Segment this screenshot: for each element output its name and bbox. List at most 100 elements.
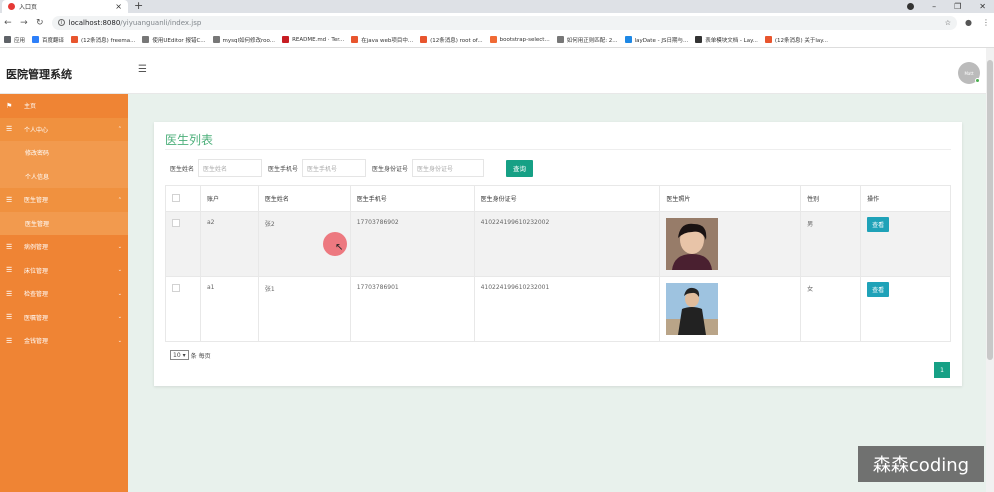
page-size-control: 10 ▾ 条 每页 — [170, 350, 211, 360]
cell-name: 张1 — [257, 276, 351, 342]
tab-title: 入口页 — [19, 4, 38, 11]
menu-toggle-icon[interactable]: ☰ — [138, 64, 147, 75]
doctor-phone-input[interactable]: 医生手机号 — [302, 159, 367, 177]
sidebar-item[interactable]: ☰ 医生管理 ⌃ — [0, 188, 128, 212]
app-root: 医院管理系统 ☰ Matt ⚑ 主页 ☰ 个人中心 ⌃ 修改密码 个人信息 ☰ 医生管理 ⌃ 医生管… — [0, 48, 994, 492]
bookmark-item[interactable]: (12条消息) freema... — [71, 36, 135, 44]
url-path: /yiyuanguanli/index.jsp — [120, 18, 202, 27]
close-tab-icon[interactable]: × — [115, 2, 122, 11]
doctor-table: 账户 医生姓名 医生手机号 医生身份证号 医生照片 性别 操作 a2 张2 1770378690… — [165, 185, 951, 342]
sidebar-item-label: 检查管理 — [24, 291, 49, 299]
reload-icon[interactable]: ↻ — [36, 18, 44, 28]
column-header: 性别 — [800, 185, 862, 212]
bookmark-item[interactable]: 在java web项目中... — [351, 36, 413, 44]
sidebar-item[interactable]: ☰ 个人中心 ⌃ — [0, 117, 128, 141]
avatar[interactable]: Matt — [958, 62, 980, 84]
bookmark-item[interactable]: README.md · Ter... — [282, 36, 344, 43]
bookmark-item[interactable]: mysql如何修改roo... — [212, 36, 275, 44]
bookmark-item[interactable]: bootstrap-select... — [489, 36, 550, 43]
watermark: 森森coding — [858, 446, 984, 482]
list-icon: ☰ — [6, 125, 13, 134]
sidebar-item[interactable]: ☰ 床位管理 ⌄ — [0, 259, 128, 283]
sidebar-item[interactable]: ⚑ 主页 — [0, 94, 128, 118]
sidebar-item[interactable]: ☰ 病例管理 ⌄ — [0, 235, 128, 259]
select-all-checkbox-cell[interactable] — [165, 185, 201, 212]
scrollbar-thumb[interactable] — [987, 60, 993, 360]
bookmark-label: 在java web项目中... — [361, 37, 414, 44]
sidebar-item[interactable]: ☰ 金钱管理 ⌄ — [0, 329, 128, 353]
main-content: 医生列表 医生姓名 医生姓名 医生手机号 医生手机号 医生身份证号 医生身份证号… — [128, 94, 994, 492]
new-tab-button[interactable]: + — [134, 0, 143, 12]
scrollbar[interactable] — [986, 48, 994, 492]
search-form: 医生姓名 医生姓名 医生手机号 医生手机号 医生身份证号 医生身份证号 查询 — [170, 158, 534, 178]
browser-tab[interactable]: 入口页 × — [2, 0, 128, 13]
chevron-down-icon: ⌄ — [117, 267, 122, 274]
profile-dot-icon[interactable] — [907, 3, 915, 10]
bookmark-label: (12条消息) freema... — [81, 37, 136, 44]
bookmark-favicon-icon — [624, 36, 632, 43]
address-bar-row: ← → ↻ i localhost:8080/yiyuanguanli/inde… — [0, 13, 994, 32]
list-icon: ☰ — [6, 266, 13, 275]
cell-gender: 男 — [800, 211, 862, 277]
bookmark-favicon-icon — [71, 36, 79, 43]
page-size-select[interactable]: 10 ▾ — [170, 350, 189, 360]
sidebar-subitem[interactable]: 医生管理 — [0, 211, 128, 235]
bookmarks-bar: 应用 百度翻译 (12条消息) freema... 使用UEditor 报错C... m… — [0, 32, 994, 48]
list-icon: ☰ — [6, 313, 13, 322]
forward-icon[interactable]: → — [20, 18, 28, 28]
bookmark-item[interactable]: 百度翻译 — [32, 36, 64, 44]
row-checkbox[interactable] — [172, 219, 180, 227]
chevron-up-icon: ⌃ — [117, 126, 122, 133]
view-button[interactable]: 查看 — [867, 282, 890, 297]
window-controls: – ❐ ✕ — [907, 0, 986, 13]
app-header: 医院管理系统 ☰ Matt — [0, 48, 994, 94]
cell-gender: 女 — [800, 276, 862, 342]
bookmark-label: 表单模块文档 - Lay... — [705, 37, 758, 44]
sidebar-item[interactable]: ☰ 医嘱管理 ⌄ — [0, 306, 128, 330]
chevron-down-icon: ⌄ — [117, 337, 122, 344]
bookmark-favicon-icon — [351, 36, 359, 43]
back-icon[interactable]: ← — [4, 18, 12, 28]
row-checkbox[interactable] — [172, 284, 180, 292]
bookmark-item[interactable]: 表单模块文档 - Lay... — [695, 36, 758, 44]
minimize-icon[interactable]: – — [932, 2, 936, 11]
bookmark-item[interactable]: 应用 — [4, 36, 25, 44]
app-title: 医院管理系统 — [6, 68, 72, 81]
bookmark-item[interactable]: layDate - JS日期与... — [624, 36, 688, 44]
search-button[interactable]: 查询 — [506, 159, 534, 177]
chevron-down-icon: ▾ — [182, 351, 186, 359]
doctor-name-input[interactable]: 医生姓名 — [198, 159, 263, 177]
account-icon[interactable]: ● — [965, 18, 972, 27]
bookmark-favicon-icon — [556, 36, 564, 43]
site-info-icon[interactable]: i — [57, 19, 65, 26]
list-icon: ☰ — [6, 195, 13, 204]
sidebar-subitem[interactable]: 个人信息 — [0, 164, 128, 188]
column-header: 医生姓名 — [257, 185, 351, 212]
close-window-icon[interactable]: ✕ — [979, 2, 986, 11]
column-header: 医生手机号 — [349, 185, 475, 212]
url-field[interactable]: i localhost:8080/yiyuanguanli/index.jsp … — [51, 15, 958, 30]
doctor-photo — [666, 283, 794, 335]
view-button[interactable]: 查看 — [867, 217, 890, 232]
avatar-text: Matt — [964, 70, 974, 76]
maximize-icon[interactable]: ❐ — [954, 2, 961, 11]
sidebar-subitem[interactable]: 修改密码 — [0, 141, 128, 165]
bookmark-item[interactable]: 如何用正则匹配: 2... — [556, 36, 618, 44]
cell-id-card: 410224199610232002 — [473, 211, 661, 277]
sidebar-item[interactable]: ☰ 检查管理 ⌄ — [0, 282, 128, 306]
action-cell: 查看 — [860, 276, 951, 342]
menu-icon[interactable]: ⋮ — [982, 18, 990, 27]
row-checkbox-cell — [165, 211, 201, 277]
select-all-checkbox[interactable] — [172, 193, 180, 202]
bookmark-favicon-icon — [4, 36, 11, 43]
doctor-id-input[interactable]: 医生身份证号 — [412, 159, 485, 177]
bookmark-item[interactable]: (12条消息) root of... — [420, 36, 483, 44]
star-icon[interactable]: ☆ — [945, 19, 951, 27]
bookmark-item[interactable]: 使用UEditor 报错C... — [142, 36, 206, 44]
sidebar: ⚑ 主页 ☰ 个人中心 ⌃ 修改密码 个人信息 ☰ 医生管理 ⌃ 医生管理 ☰ 病例管理 ⌄ ☰ 床位管理 ⌄ ☰… — [0, 94, 128, 492]
phone-label: 医生手机号 — [268, 165, 299, 173]
row-checkbox-cell — [165, 276, 201, 342]
bookmark-favicon-icon — [489, 36, 497, 43]
page-number-button[interactable]: 1 — [934, 362, 950, 378]
bookmark-item[interactable]: (12条消息) 关于lay... — [764, 36, 828, 44]
